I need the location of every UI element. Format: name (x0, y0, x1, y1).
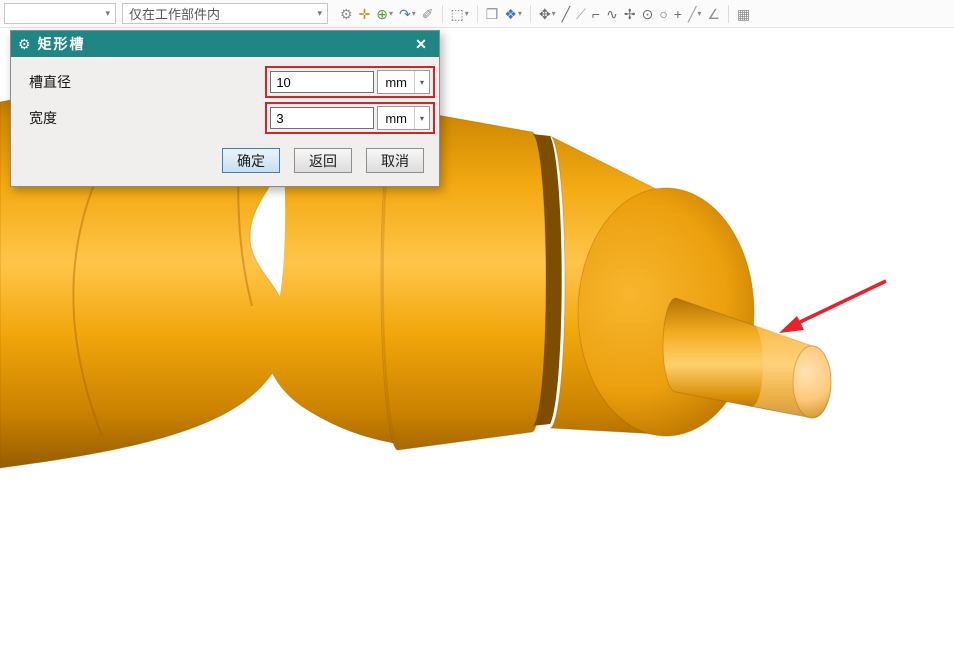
toolbar-separator (441, 4, 443, 23)
view-cube-icon: ❖ (504, 5, 517, 22)
close-icon: ✕ (415, 35, 427, 52)
toolbar-separator (727, 4, 729, 23)
groove-diameter-row: 槽直径 mm ▾ (11, 64, 439, 100)
chevron-down-icon: ▾ (414, 107, 429, 129)
dropdown-arrow-icon: ▾ (517, 9, 522, 18)
undo-curve-icon[interactable]: ↷ ▾ (397, 3, 418, 25)
unit-label: mm (385, 74, 407, 90)
rectangle-select-icon: ⬚ (450, 5, 464, 22)
thin-line-icon[interactable]: ⟋ (574, 3, 588, 25)
point-icon: ✢ (623, 5, 636, 22)
toolbar-icons: ⚙ ✛ ⊕ ▾ ↷ ▾ ✐ ⬚ ▾ ❒ ❖ ▾ ✥ ▾ ╱ ⟋ ⌐ ∿ ✢ ⊙ ○ + ╱ ▾ ∠ ▦ (338, 3, 752, 25)
chevron-down-icon: ▾ (317, 8, 322, 18)
dialog-titlebar[interactable]: ⚙ 矩形槽 ✕ (11, 31, 439, 57)
rectangular-groove-dialog: ⚙ 矩形槽 ✕ 槽直径 mm ▾ 宽度 mm ▾ (10, 30, 440, 187)
shaded-cube-icon[interactable]: ❒ (484, 3, 501, 25)
cancel-button[interactable]: 取消 (366, 148, 424, 173)
plus-icon[interactable]: + (672, 3, 684, 25)
dropdown-arrow-icon: ▾ (697, 9, 702, 18)
line-icon[interactable]: ╱ (560, 3, 572, 25)
width-unit-select[interactable]: mm ▾ (377, 106, 430, 130)
line-icon: ╱ (561, 5, 571, 22)
dialog-buttons: 确定 返回 取消 (11, 136, 439, 186)
annotation-arrow (779, 279, 887, 333)
width-input[interactable] (270, 107, 375, 129)
smart-point-icon[interactable]: ✛ (357, 3, 373, 25)
angle-icon: ∠ (707, 5, 720, 22)
type-filter-combo[interactable]: ▾ (4, 3, 116, 24)
measure-icon: ✐ (421, 5, 434, 22)
groove-diameter-label: 槽直径 (29, 74, 71, 90)
groove-diameter-unit-select[interactable]: mm ▾ (377, 70, 430, 94)
chevron-down-icon: ▾ (105, 8, 110, 18)
pan-icon[interactable]: ✥ ▾ (537, 3, 558, 25)
dialog-body: 槽直径 mm ▾ 宽度 mm ▾ 确定 返回 取消 (11, 57, 439, 186)
snap-point-icon[interactable]: ⊕ ▾ (374, 3, 395, 25)
dropdown-arrow-icon: ▾ (389, 9, 394, 18)
spline-icon[interactable]: ∿ (604, 3, 620, 25)
toolbar-separator (529, 4, 531, 23)
slash-icon[interactable]: ╱ ▾ (686, 3, 703, 25)
angle-icon[interactable]: ∠ (705, 3, 722, 25)
width-label: 宽度 (29, 110, 57, 126)
shaft-end-face[interactable] (792, 345, 832, 419)
dialog-title: 矩形槽 (37, 36, 86, 52)
back-button[interactable]: 返回 (294, 148, 352, 173)
gear-icon: ⚙ (18, 35, 31, 52)
snap-point-icon: ⊕ (376, 5, 389, 22)
rectangle-select-icon[interactable]: ⬚ ▾ (449, 3, 471, 25)
grid-icon: ▦ (736, 5, 751, 22)
arc-icon: ⌐ (591, 5, 601, 22)
toolbar-separator (476, 4, 478, 23)
point-icon[interactable]: ✢ (622, 3, 638, 25)
grid-icon[interactable]: ▦ (735, 3, 752, 25)
selection-scope-combo[interactable]: 仅在工作部件内 ▾ (122, 3, 328, 24)
circle-icon: ○ (659, 5, 668, 22)
undo-curve-icon: ↷ (399, 5, 411, 22)
shaded-cube-icon: ❒ (485, 5, 499, 22)
measure-icon[interactable]: ✐ (420, 3, 436, 25)
pan-icon: ✥ (538, 5, 551, 22)
width-highlight-box: mm ▾ (265, 102, 435, 134)
selection-scope-value: 仅在工作部件内 (129, 7, 221, 22)
circle-center-icon[interactable]: ⊙ (640, 3, 656, 25)
spline-icon: ∿ (606, 5, 618, 22)
circle-center-icon: ⊙ (641, 5, 654, 22)
unit-label: mm (385, 110, 407, 126)
view-cube-icon[interactable]: ❖ ▾ (502, 3, 524, 25)
close-button[interactable]: ✕ (410, 36, 432, 53)
dropdown-arrow-icon: ▾ (551, 9, 556, 18)
plus-icon: + (673, 5, 682, 22)
dropdown-arrow-icon: ▾ (411, 9, 416, 18)
thin-line-icon: ⟋ (576, 5, 586, 22)
dropdown-arrow-icon: ▾ (464, 9, 469, 18)
slash-icon: ╱ (687, 5, 697, 22)
groove-diameter-input[interactable] (270, 71, 375, 93)
arc-icon[interactable]: ⌐ (590, 3, 602, 25)
gears-icon[interactable]: ⚙ (338, 3, 355, 25)
width-row: 宽度 mm ▾ (11, 100, 439, 136)
top-toolbar: ▾ 仅在工作部件内 ▾ ⚙ ✛ ⊕ ▾ ↷ ▾ ✐ ⬚ ▾ ❒ ❖ ▾ ✥ ▾ ╱ ⟋ ⌐ ∿ ✢ ⊙ ○ + ╱ ▾ ∠ ▦ (0, 0, 954, 28)
smart-point-icon: ✛ (358, 5, 371, 22)
chevron-down-icon: ▾ (414, 71, 429, 93)
groove-diameter-highlight-box: mm ▾ (265, 66, 435, 98)
ok-button[interactable]: 确定 (222, 148, 280, 173)
gears-icon: ⚙ (340, 5, 353, 22)
circle-icon[interactable]: ○ (657, 3, 669, 25)
